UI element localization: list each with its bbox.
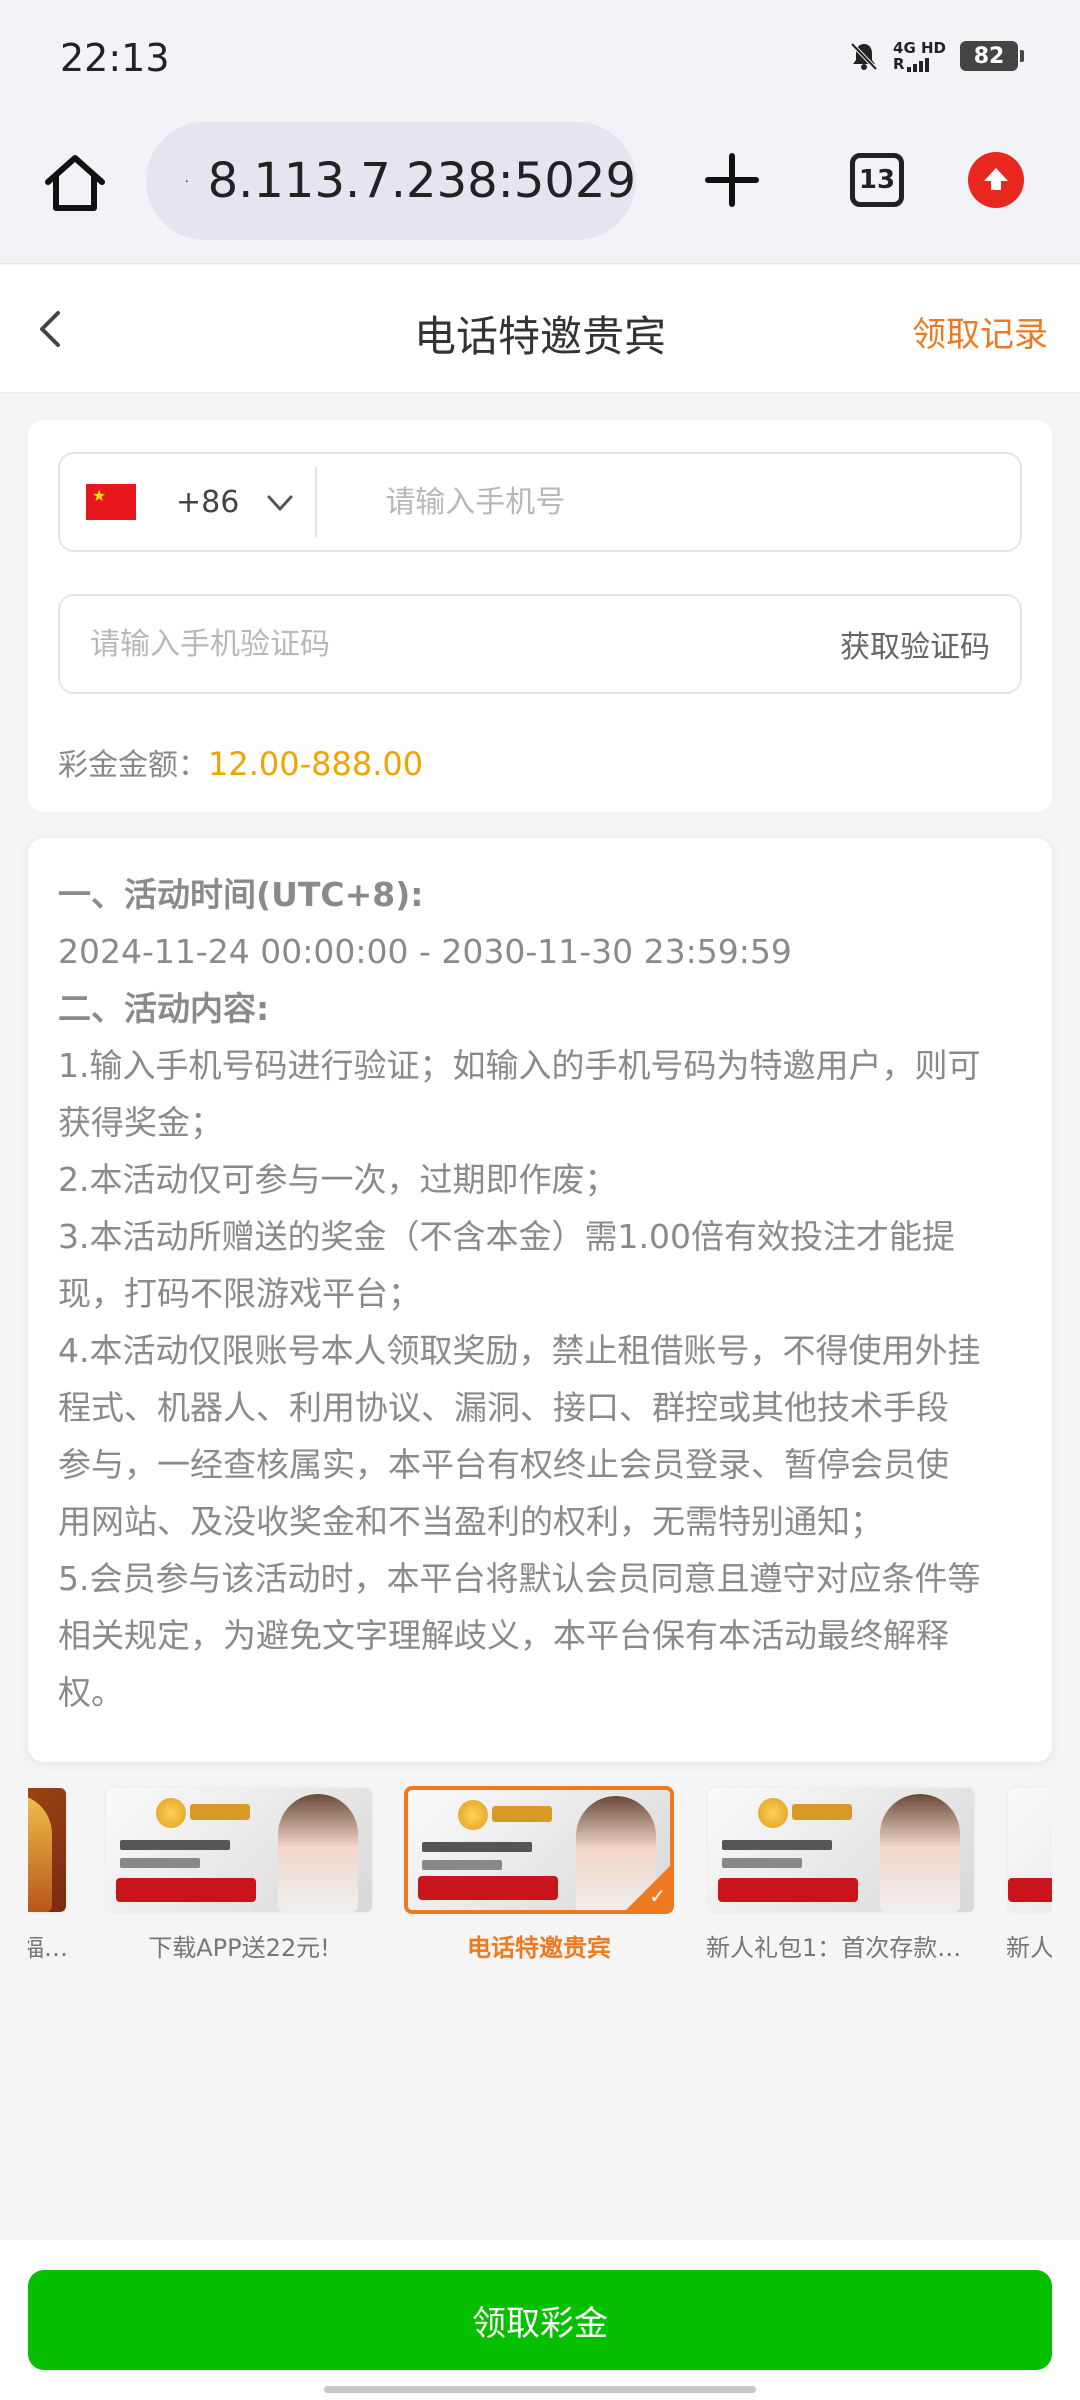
rule-line: 获得奖金； bbox=[58, 1103, 223, 1142]
promo-banner-image bbox=[104, 1786, 374, 1914]
rule-line: 2024-11-24 00:00:00 - 2030-11-30 23:59:5… bbox=[58, 932, 792, 971]
rule-line: 参与，一经查核属实，本平台有权终止会员登录、暂停会员使 bbox=[58, 1445, 949, 1484]
promo-banner-label: 福… bbox=[28, 1934, 68, 1962]
bottom-action-bar: 领取彩金 bbox=[0, 2240, 1080, 2400]
bonus-value: 12.00-888.00 bbox=[208, 745, 424, 783]
battery-indicator: 82 bbox=[960, 41, 1024, 71]
rule-line: 5.会员参与该活动时，本平台将默认会员同意且遵守对应条件等 bbox=[58, 1559, 981, 1598]
promo-banner-image bbox=[706, 1786, 976, 1914]
rule-line: 权。 bbox=[58, 1673, 124, 1712]
promo-banner[interactable]: 新人 bbox=[1006, 1786, 1052, 1963]
phone-input-row: ★ +86 bbox=[58, 452, 1022, 552]
rule-line: 相关规定，为避免文字理解歧义，本平台保有本活动最终解释 bbox=[58, 1616, 949, 1655]
country-code-select[interactable]: +86 bbox=[176, 485, 239, 520]
promo-banner[interactable]: 下载APP送22元! bbox=[104, 1786, 374, 1963]
promo-banner-label: 新人礼包1：首次存款1… bbox=[706, 1934, 976, 1962]
get-code-button[interactable]: 获取验证码 bbox=[840, 622, 990, 666]
update-button[interactable] bbox=[968, 152, 1024, 208]
status-bar: 22:13 4G HD R 82 bbox=[0, 0, 1080, 112]
address-bar[interactable]: 8.113.7.238:5029 bbox=[146, 122, 636, 240]
home-icon[interactable] bbox=[40, 148, 110, 218]
home-indicator[interactable] bbox=[324, 2386, 756, 2393]
verification-code-input[interactable] bbox=[90, 626, 840, 662]
page-header: 电话特邀贵宾 领取记录 bbox=[0, 265, 1080, 393]
url-text: 8.113.7.238:5029 bbox=[207, 153, 636, 209]
rule-line: 现，打码不限游戏平台； bbox=[58, 1274, 421, 1313]
claim-records-link[interactable]: 领取记录 bbox=[912, 307, 1048, 356]
new-tab-icon[interactable] bbox=[700, 148, 764, 212]
upload-arrow-icon bbox=[984, 168, 1008, 190]
phone-verify-form: ★ +86 获取验证码 彩金金额：12.00-888.00 bbox=[28, 420, 1052, 812]
network-indicator: 4G HD R bbox=[893, 39, 946, 73]
promo-banner-image bbox=[28, 1786, 68, 1914]
status-icons: 4G HD R 82 bbox=[849, 39, 1024, 73]
code-input-row: 获取验证码 bbox=[58, 594, 1022, 694]
rule-heading: 二、活动内容: bbox=[58, 989, 270, 1028]
promo-banner-image: ✓ bbox=[404, 1786, 674, 1914]
bonus-amount: 彩金金额：12.00-888.00 bbox=[58, 740, 423, 784]
rule-line: 程式、机器人、利用协议、漏洞、接口、群控或其他技术手段 bbox=[58, 1388, 949, 1427]
tab-switcher-button[interactable]: 13 bbox=[850, 153, 904, 207]
promo-banner[interactable]: 福… bbox=[28, 1786, 68, 1963]
browser-toolbar: 8.113.7.238:5029 13 bbox=[0, 112, 1080, 264]
promo-banner-image bbox=[1006, 1786, 1052, 1914]
status-time: 22:13 bbox=[60, 36, 170, 80]
china-flag-icon[interactable]: ★ bbox=[86, 484, 136, 520]
mute-bell-icon bbox=[850, 42, 878, 71]
promo-banner-label: 电话特邀贵宾 bbox=[467, 1934, 611, 1962]
bonus-label: 彩金金额： bbox=[58, 748, 208, 783]
promo-banner-carousel[interactable]: 福… 下载APP送22元! ✓ 电话特邀贵宾 新人礼包1：首次存款1… 新 bbox=[28, 1786, 1052, 1966]
promo-banner-label: 下载APP送22元! bbox=[148, 1934, 330, 1962]
rule-line: 2.本活动仅可参与一次，过期即作废； bbox=[58, 1160, 618, 1199]
rule-line: 用网站、及没收奖金和不当盈利的权利，无需特别通知； bbox=[58, 1502, 883, 1541]
promo-banner[interactable]: 新人礼包1：首次存款1… bbox=[706, 1786, 976, 1963]
lock-icon bbox=[186, 180, 188, 182]
rule-heading: 一、活动时间(UTC+8): bbox=[58, 875, 424, 914]
promo-banner-label: 新人 bbox=[1006, 1934, 1052, 1962]
divider bbox=[315, 467, 318, 537]
rule-line: 4.本活动仅限账号本人领取奖励，禁止租借账号，不得使用外挂 bbox=[58, 1331, 981, 1370]
chevron-down-icon[interactable] bbox=[265, 487, 295, 517]
phone-input[interactable] bbox=[385, 484, 1020, 520]
claim-bonus-button[interactable]: 领取彩金 bbox=[28, 2270, 1052, 2370]
activity-rules: 一、活动时间(UTC+8): 2024-11-24 00:00:00 - 203… bbox=[28, 838, 1052, 1762]
rule-line: 3.本活动所赠送的奖金（不含本金）需1.00倍有效投注才能提 bbox=[58, 1217, 955, 1256]
promo-banner-selected[interactable]: ✓ 电话特邀贵宾 bbox=[404, 1786, 674, 1963]
rule-line: 1.输入手机号码进行验证；如输入的手机号码为特邀用户，则可 bbox=[58, 1046, 981, 1085]
